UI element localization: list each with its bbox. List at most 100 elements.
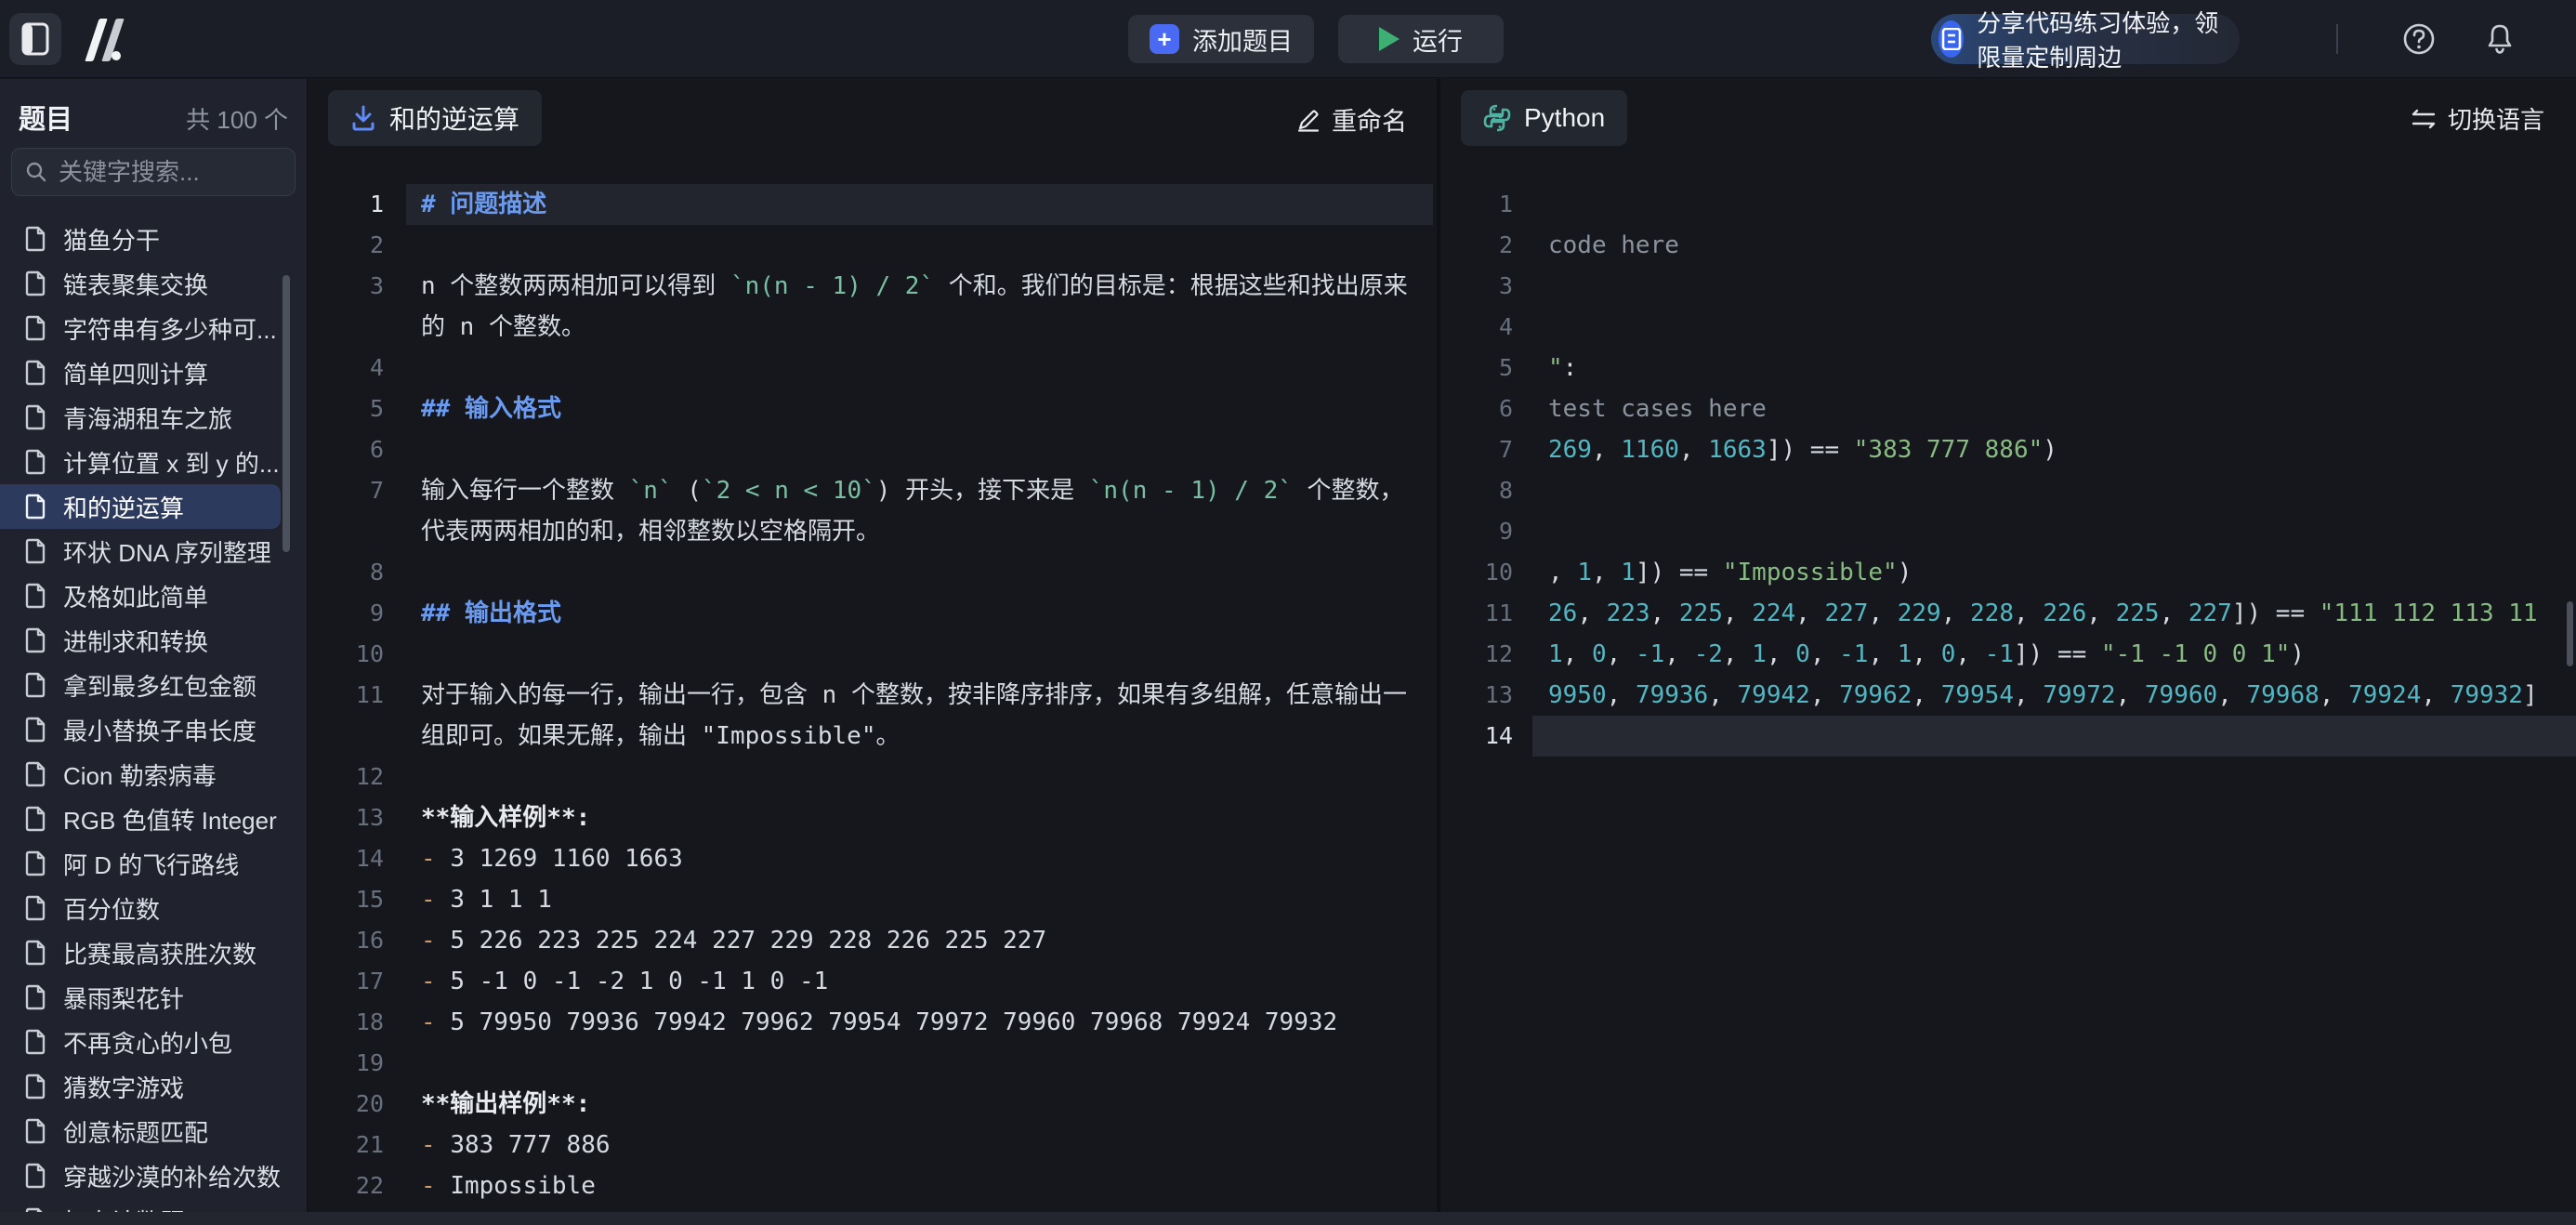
problem-tab-title: 和的逆运算 [389, 99, 519, 137]
sidebar-item[interactable]: 猫鱼分干 [0, 217, 307, 261]
add-problem-button[interactable]: + 添加题目 [1128, 15, 1314, 63]
line-content [406, 552, 1433, 593]
sidebar-item[interactable]: 百分位数 [0, 886, 307, 930]
line-content: - 3 1269 1160 1663 [406, 838, 1433, 879]
share-banner[interactable]: 分享代码练习体验，领限量定制周边 [1931, 14, 2240, 64]
line-content: ": [1532, 348, 2576, 389]
sidebar-item[interactable]: 打卡计数题 [0, 1198, 307, 1212]
help-icon[interactable] [2402, 22, 2436, 56]
line-content: - 5 -1 0 -1 -2 1 0 -1 1 0 -1 [406, 961, 1433, 1002]
line-number: 9 [308, 593, 397, 634]
switch-language-label: 切换语言 [2448, 101, 2544, 136]
line-content [406, 225, 1433, 266]
run-button[interactable]: 运行 [1338, 15, 1504, 63]
sidebar-item[interactable]: 阿 D 的飞行路线 [0, 841, 307, 886]
sidebar-scrollbar[interactable] [283, 275, 290, 552]
line-content: 对于输入的每一行，输出一行，包含 n 个整数，按非降序排序，如果有多组解，任意输… [406, 675, 1433, 757]
sidebar-toggle-button[interactable] [9, 13, 61, 65]
rename-button[interactable]: 重命名 [1296, 101, 1407, 138]
problem-list: 猫鱼分干 链表聚集交换 字符串有多少种可... 简单四则计算 青海湖租车之旅 计… [0, 217, 307, 1212]
code-practice-app: + 添加题目 运行 分享代码练习体验，领限量定制周边 [0, 0, 2576, 1225]
line-number: 19 [308, 1043, 397, 1084]
switch-language-button[interactable]: 切换语言 [2411, 101, 2544, 136]
problem-tab[interactable]: 和的逆运算 [328, 90, 542, 146]
line-number: 11 [308, 675, 397, 716]
line-content: test cases here [1532, 389, 2576, 429]
sidebar-item[interactable]: 和的逆运算 [0, 484, 281, 529]
line-number: 20 [308, 1084, 397, 1125]
sidebar-item[interactable]: 简单四则计算 [0, 350, 307, 395]
line-content: - 5 226 223 225 224 227 229 228 226 225 … [406, 920, 1433, 961]
sidebar-item[interactable]: 猜数字游戏 [0, 1064, 307, 1109]
editor-line: 6test cases here [1440, 389, 2576, 429]
sidebar-item[interactable]: RGB 色值转 Integer [0, 797, 307, 841]
line-number: 5 [1440, 348, 1528, 389]
document-icon [24, 494, 46, 520]
editor-line: 9 [1440, 511, 2576, 552]
code-editor[interactable]: 12code here345":6test cases here7269, 11… [1440, 164, 2576, 1212]
sidebar-item[interactable]: 不再贪心的小包 [0, 1020, 307, 1064]
sidebar-item[interactable]: 创意标题匹配 [0, 1109, 307, 1153]
document-icon [24, 1163, 46, 1189]
language-tab[interactable]: Python [1461, 90, 1627, 146]
sidebar-item[interactable]: 及格如此简单 [0, 573, 307, 618]
sidebar-item[interactable]: 链表聚集交换 [0, 261, 307, 306]
line-content [406, 1043, 1433, 1084]
sidebar-item[interactable]: 比赛最高获胜次数 [0, 930, 307, 975]
document-icon [24, 984, 46, 1010]
code-panel-header: Python 切换语言 [1440, 79, 2576, 164]
line-content: - Impossible [406, 1166, 1433, 1206]
sidebar-item[interactable]: 穿越沙漠的补给次数 [0, 1153, 307, 1198]
sidebar-item-label: 创意标题匹配 [63, 1114, 208, 1149]
sidebar-item-label: 环状 DNA 序列整理 [63, 534, 271, 569]
sidebar-item-label: RGB 色值转 Integer [63, 802, 277, 836]
sidebar-item[interactable]: 暴雨梨花针 [0, 975, 307, 1020]
line-content [1532, 184, 2576, 225]
markdown-editor[interactable]: 1# 问题描述23n 个整数两两相加可以得到 `n(n - 1) / 2` 个和… [308, 164, 1433, 1212]
editor-line: 10 [308, 634, 1433, 675]
run-label: 运行 [1413, 21, 1463, 58]
problem-panel: 和的逆运算 重命名 1# 问题描述23n 个整数两两相加可以得到 `n(n - … [307, 79, 1433, 1212]
editor-line: 14- 3 1269 1160 1663 [308, 838, 1433, 879]
line-content: **输出样例**: [406, 1084, 1433, 1125]
sidebar-item[interactable]: 字符串有多少种可... [0, 306, 307, 350]
document-icon [24, 940, 46, 966]
line-number: 6 [1440, 389, 1528, 429]
sidebar-item-label: 比赛最高获胜次数 [63, 936, 256, 970]
line-number: 21 [308, 1125, 397, 1166]
editor-line: 18- 5 79950 79936 79942 79962 79954 7997… [308, 1002, 1433, 1043]
editor-line: 3 [1440, 266, 2576, 307]
document-icon [24, 583, 46, 609]
line-number: 12 [308, 757, 397, 797]
sidebar-item[interactable]: 最小替换子串长度 [0, 707, 307, 752]
sidebar-item[interactable]: Cion 勒索病毒 [0, 752, 307, 797]
document-icon [24, 761, 46, 787]
line-content: 9950, 79936, 79942, 79962, 79954, 79972,… [1532, 675, 2576, 716]
sidebar-item[interactable]: 青海湖租车之旅 [0, 395, 307, 440]
document-icon [24, 895, 46, 921]
line-number: 14 [308, 838, 397, 879]
sidebar-title: 题目 [19, 98, 72, 137]
editor-line: 12 [308, 757, 1433, 797]
editor-line: 10, 1, 1]) == "Impossible") [1440, 552, 2576, 593]
logo-mark[interactable] [78, 17, 134, 61]
editor-line: 5": [1440, 348, 2576, 389]
editor-line: 5## 输入格式 [308, 389, 1433, 429]
line-number: 6 [308, 429, 397, 470]
editor-line: 4 [308, 348, 1433, 389]
line-content: code here [1532, 225, 2576, 266]
sidebar-item-label: 暴雨梨花针 [63, 981, 184, 1015]
plus-icon: + [1150, 24, 1179, 54]
bell-icon[interactable] [2483, 22, 2517, 56]
doc-badge-icon [1939, 20, 1964, 58]
document-icon [24, 538, 46, 564]
sidebar-item[interactable]: 进制求和转换 [0, 618, 307, 663]
line-number: 2 [308, 225, 397, 266]
document-icon [24, 672, 46, 698]
search-input[interactable] [59, 158, 307, 187]
sidebar-item[interactable]: 环状 DNA 序列整理 [0, 529, 307, 573]
vertical-scrollbar[interactable] [2567, 601, 2573, 666]
sidebar-item[interactable]: 计算位置 x 到 y 的... [0, 440, 307, 484]
line-content [1532, 716, 2576, 757]
sidebar-item[interactable]: 拿到最多红包金额 [0, 663, 307, 707]
